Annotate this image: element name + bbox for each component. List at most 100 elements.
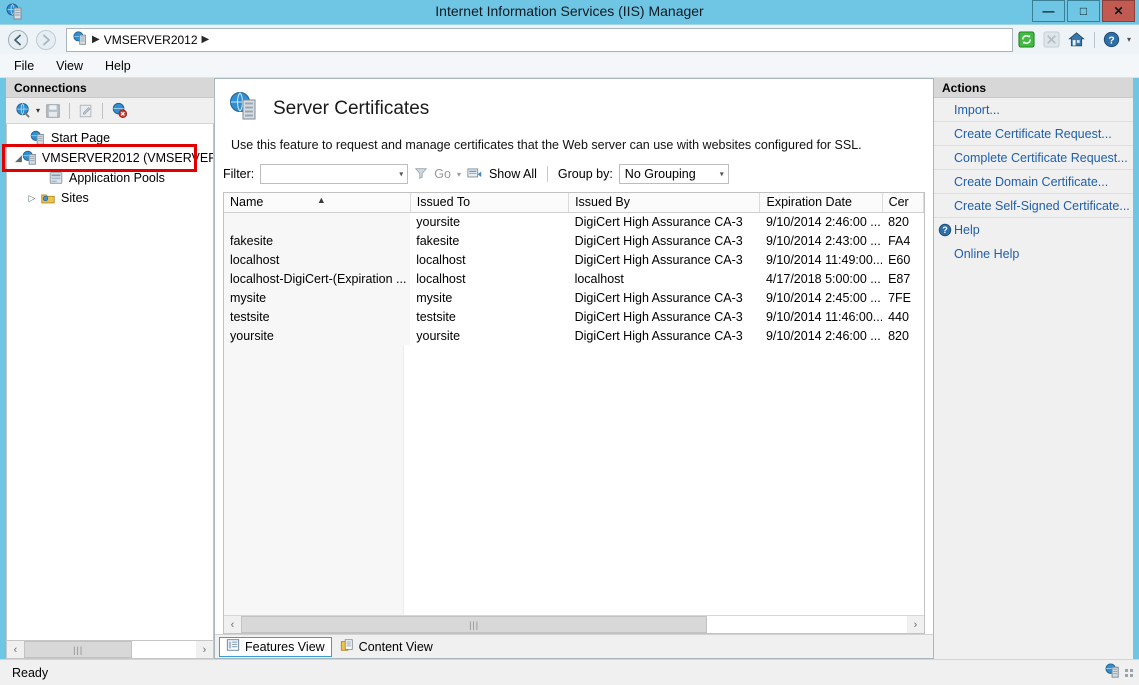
disconnect-icon[interactable] [108,101,130,121]
window-title: Internet Information Services (IIS) Mana… [0,3,1139,19]
cell-name: yoursite [224,326,410,345]
tree-twisty-collapsed[interactable]: ▷ [25,193,39,204]
table-row[interactable]: localhost localhost DigiCert High Assura… [224,250,924,269]
scroll-right-arrow[interactable]: › [907,616,924,633]
cell-name [224,212,410,231]
grid-empty-rest [404,345,924,615]
connections-tree[interactable]: Start Page ◢ VMSERVER201 [6,124,214,641]
scroll-track[interactable]: ||| [24,641,196,658]
show-all-icon[interactable] [467,165,483,183]
action-import[interactable]: Import... [934,98,1133,122]
chevron-down-icon[interactable]: ▾ [36,106,40,115]
action-help[interactable]: ? Help [934,218,1133,242]
column-header-name[interactable]: Name ▲ [224,193,410,212]
breadcrumb[interactable]: VMSERVER2012 [104,33,198,47]
table-row[interactable]: mysite mysite DigiCert High Assurance CA… [224,288,924,307]
feature-description: Use this feature to request and manage c… [231,138,917,152]
tree-item-label: Application Pools [69,171,165,185]
scroll-thumb[interactable]: ||| [24,641,132,658]
cell-issued-to: fakesite [410,231,568,250]
address-field[interactable]: ▶ VMSERVER2012 ▶ [66,28,1013,52]
features-view-icon [226,638,240,655]
scroll-left-arrow[interactable]: ‹ [224,616,241,633]
tab-features-view[interactable]: Features View [219,637,332,657]
menu-item-view[interactable]: View [56,59,83,73]
content-header: Server Certificates Use this feature to … [215,79,933,152]
filter-input[interactable]: ▾ [260,164,408,184]
go-button[interactable]: Go [434,167,451,181]
maximize-button[interactable]: □ [1067,0,1100,22]
column-header-certificate-hash[interactable]: Cer [882,193,923,212]
show-all-button[interactable]: Show All [489,167,537,181]
chevron-down-icon[interactable]: ▾ [457,170,461,179]
cell-issued-to: localhost [410,269,568,288]
scroll-right-arrow[interactable]: › [196,641,213,658]
breadcrumb-separator-2[interactable]: ▶ [202,34,210,45]
scroll-track[interactable]: ||| [241,616,907,633]
cell-name: localhost [224,250,410,269]
column-header-expiration-date[interactable]: Expiration Date [760,193,882,212]
action-label: Create Self-Signed Certificate... [954,199,1130,213]
chevron-down-icon[interactable]: ▾ [1127,35,1131,44]
table-row[interactable]: yoursite yoursite DigiCert High Assuranc… [224,326,924,345]
table-body: yoursite DigiCert High Assurance CA-3 9/… [224,212,924,345]
cell-issued-by: localhost [569,269,760,288]
minimize-button[interactable]: — [1032,0,1065,22]
action-create-domain-certificate[interactable]: Create Domain Certificate... [934,170,1133,194]
connect-icon[interactable] [12,101,34,121]
menu-item-file[interactable]: File [14,59,34,73]
cell-name: mysite [224,288,410,307]
save-icon [42,101,64,121]
tree-item-application-pools[interactable]: Application Pools [7,168,213,188]
connections-hscrollbar[interactable]: ‹ ||| › [6,641,214,659]
menu-bar: File View Help [0,54,1139,78]
resize-grip[interactable] [1125,669,1133,677]
home-icon[interactable] [1067,30,1087,50]
action-label: Online Help [954,247,1019,261]
groupby-select[interactable]: No Grouping ▾ [619,164,729,184]
scroll-thumb[interactable]: ||| [241,616,707,633]
close-button[interactable]: ✕ [1102,0,1135,22]
action-create-certificate-request[interactable]: Create Certificate Request... [934,122,1133,146]
chevron-down-icon[interactable]: ▾ [399,170,403,179]
status-bar: Ready [0,659,1139,685]
back-arrow-icon[interactable] [4,27,32,53]
table-row[interactable]: yoursite DigiCert High Assurance CA-3 9/… [224,212,924,231]
tree-item-server[interactable]: ◢ VMSERVER2012 (VMSERVER20 [7,148,213,168]
tree-item-start-page[interactable]: Start Page [7,128,213,148]
grid-hscrollbar[interactable]: ‹ ||| › [224,615,924,633]
address-bar: ▶ VMSERVER2012 ▶ [0,24,1139,54]
tab-content-view[interactable]: Content View [334,637,439,657]
actions-pane: Actions Import... Create Certificate Req… [934,78,1139,659]
sort-ascending-icon: ▲ [317,195,326,205]
table-row[interactable]: localhost-DigiCert-(Expiration ... local… [224,269,924,288]
menu-item-help[interactable]: Help [105,59,131,73]
chevron-down-icon[interactable]: ▾ [720,170,724,179]
tree-item-sites[interactable]: ▷ Sites [7,188,213,208]
scroll-left-arrow[interactable]: ‹ [7,641,24,658]
cell-issued-by: DigiCert High Assurance CA-3 [569,326,760,345]
action-create-self-signed-certificate[interactable]: Create Self-Signed Certificate... [934,194,1133,218]
action-online-help[interactable]: Online Help [934,242,1133,266]
stop-icon [1042,30,1062,50]
action-complete-certificate-request[interactable]: Complete Certificate Request... [934,146,1133,170]
tree-twisty-expanded[interactable]: ◢ [15,153,22,164]
filter-label: Filter: [223,167,254,181]
title-bar: Internet Information Services (IIS) Mana… [0,0,1139,24]
refresh-icon[interactable] [1017,30,1037,50]
table-row[interactable]: testsite testsite DigiCert High Assuranc… [224,307,924,326]
window-controls: — □ ✕ [1030,0,1135,22]
table-row[interactable]: fakesite fakesite DigiCert High Assuranc… [224,231,924,250]
address-bar-tools: ? ▾ [1017,30,1135,50]
column-header-issued-to[interactable]: Issued To [410,193,568,212]
cell-expiration: 9/10/2014 2:46:00 ... [760,326,882,345]
column-header-issued-by[interactable]: Issued By [569,193,760,212]
certificates-grid[interactable]: Name ▲ Issued To Issued By Expiration Da… [223,192,925,634]
certificates-table: Name ▲ Issued To Issued By Expiration Da… [224,193,924,345]
edit-icon [75,101,97,121]
help-icon[interactable]: ? [1102,30,1122,50]
forward-arrow-icon[interactable] [32,27,60,53]
page-title: Server Certificates [273,98,429,120]
groupby-label: Group by: [558,167,613,181]
filter-bar: Filter: ▾ Go ▾ [223,162,925,186]
